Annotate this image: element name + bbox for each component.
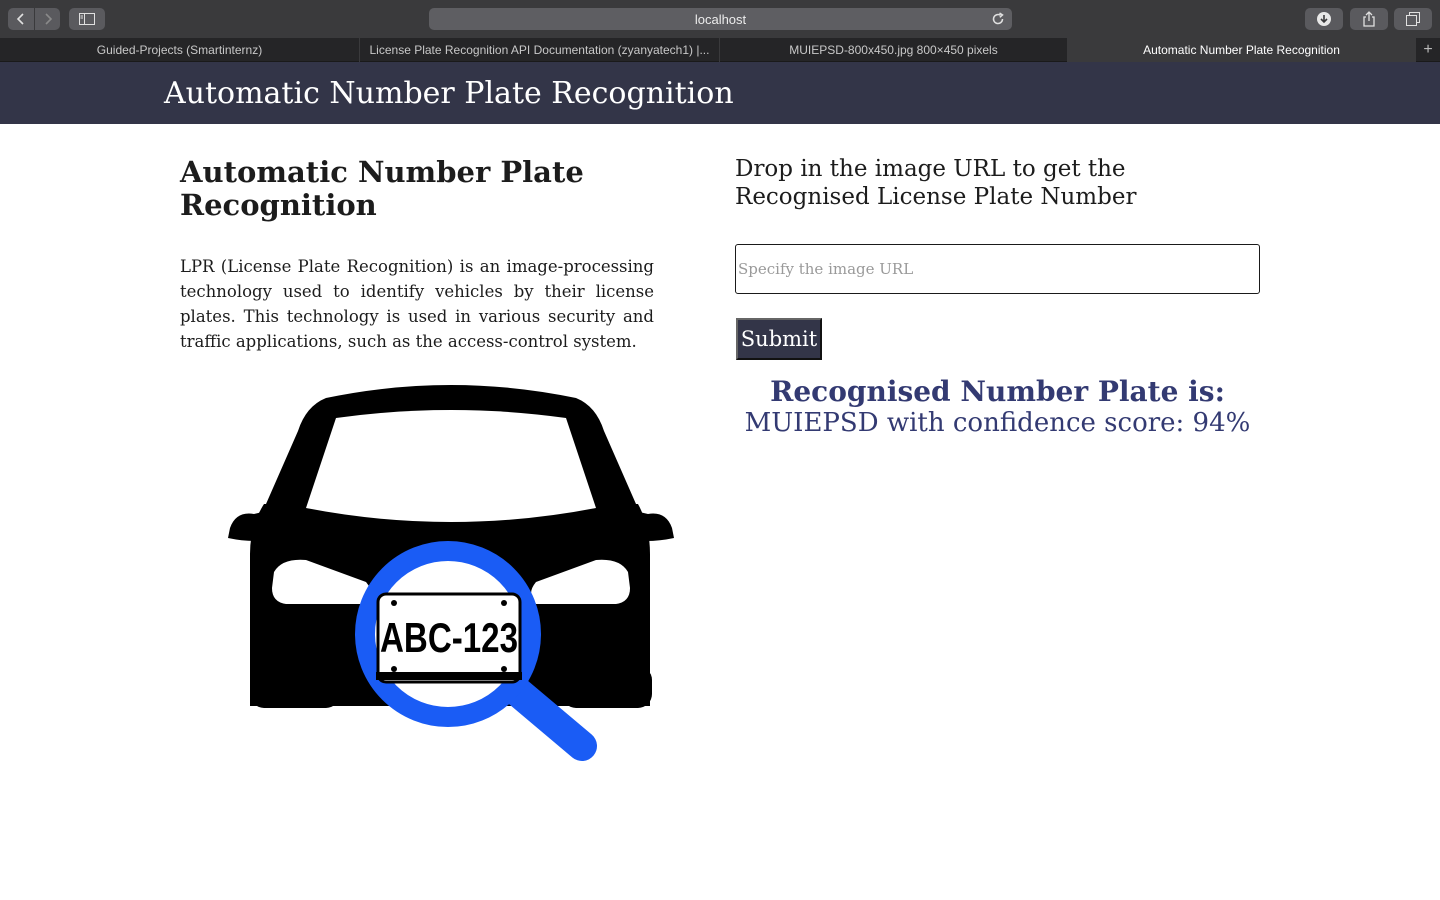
sidebar-toggle-button[interactable]	[69, 8, 105, 30]
tab-muiepsd-image[interactable]: MUIEPSD-800x450.jpg 800×450 pixels	[720, 38, 1068, 62]
tab-anpr[interactable]: Automatic Number Plate Recognition	[1068, 38, 1416, 62]
result-title: Recognised Number Plate is:	[770, 375, 1225, 408]
download-icon	[1317, 12, 1331, 26]
address-bar[interactable]: localhost	[429, 8, 1012, 30]
lpr-description: LPR (License Plate Recognition) is an im…	[180, 257, 654, 351]
chevron-right-icon	[44, 13, 52, 25]
page-header: Automatic Number Plate Recognition	[0, 62, 1440, 124]
url-prompt: Drop in the image URL to get the Recogni…	[735, 156, 1137, 210]
tab-overview-button[interactable]	[1394, 8, 1432, 30]
reload-icon[interactable]	[990, 11, 1006, 27]
submit-button[interactable]: Submit	[736, 318, 822, 360]
share-icon	[1363, 11, 1375, 27]
downloads-button[interactable]	[1305, 8, 1343, 30]
new-tab-button[interactable]: +	[1416, 38, 1440, 62]
tab-guided-projects[interactable]: Guided-Projects (Smartinternz)	[0, 38, 360, 62]
chevron-left-icon	[16, 13, 24, 25]
car-illustration: ABC-123	[228, 385, 674, 761]
forward-button[interactable]	[34, 8, 60, 30]
share-button[interactable]	[1350, 8, 1388, 30]
sidebar-icon	[79, 13, 95, 25]
tab-lpr-api-docs[interactable]: License Plate Recognition API Documentat…	[360, 38, 720, 62]
left-title: Automatic Number Plate Recognition	[180, 155, 584, 222]
tab-bar: Guided-Projects (Smartinternz) License P…	[0, 38, 1440, 62]
back-button[interactable]	[8, 8, 34, 30]
image-url-input[interactable]	[735, 244, 1260, 294]
plate-text: ABC-123	[380, 614, 518, 661]
result-text: MUIEPSD with confidence score: 94%	[744, 408, 1251, 438]
browser-toolbar: localhost	[0, 0, 1440, 38]
header-title: Automatic Number Plate Recognition	[164, 76, 734, 111]
address-text: localhost	[694, 11, 747, 27]
tabs-icon	[1406, 12, 1420, 26]
